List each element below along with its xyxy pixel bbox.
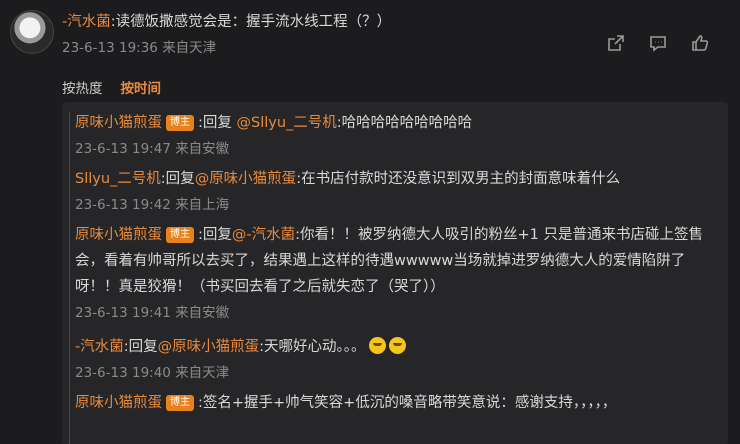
reply-prefix: :回复 <box>123 339 158 355</box>
hugging-emoji-icon <box>368 337 386 354</box>
thread-line <box>69 112 70 444</box>
reply-item: 原味小猫煎蛋 博主:签名+握手+帅气笑容+低沉的嗓音略带笑意说：感谢支持，，，，， <box>75 390 715 416</box>
reply-mention[interactable]: @原味小猫煎蛋 <box>195 171 297 187</box>
reply-mention[interactable]: @原味小猫煎蛋 <box>158 339 260 355</box>
sort-tabs: 按热度 按时间 <box>62 77 161 97</box>
reply-author[interactable]: 原味小猫煎蛋 <box>75 395 162 411</box>
reply-location: 来自安徽 <box>175 305 230 321</box>
reply-prefix: :回复 <box>160 171 195 187</box>
top-comment: -汽水菌:读德饭撒感觉会是：握手流水线工程（？） <box>62 10 391 31</box>
reply-prefix: :回复 <box>198 227 232 243</box>
comment-actions <box>606 33 710 57</box>
reply-item: 原味小猫煎蛋 博主:回复@-汽水菌:你看！！被罗纳德大人吸引的粉丝+1 只是普通来… <box>75 222 715 326</box>
reply-meta: 23-6-13 19:42 来自上海 <box>75 192 715 218</box>
reply-author[interactable]: 原味小猫煎蛋 <box>75 227 162 243</box>
reply-text: :天哪好心动。。。 <box>259 339 366 355</box>
reply-meta: 23-6-13 19:40 来自天津 <box>75 360 715 386</box>
sort-by-time[interactable]: 按时间 <box>121 77 162 97</box>
reply-text: :签名+握手+帅气笑容+低沉的嗓音略带笑意说：感谢支持，，，，， <box>198 395 617 411</box>
reply-mention[interactable]: @Sllyu_二号机 <box>237 115 337 131</box>
blogger-badge: 博主 <box>166 115 194 131</box>
reply-item: -汽水菌:回复@原味小猫煎蛋:天哪好心动。。。 23-6-13 19:40 来自… <box>75 334 715 386</box>
reply-item: 原味小猫煎蛋 博主:回复 @Sllyu_二号机:哈哈哈哈哈哈哈哈哈 23-6-13… <box>75 110 715 162</box>
top-comment-text: :读德饭撒感觉会是：握手流水线工程（？） <box>110 14 392 30</box>
blogger-badge: 博主 <box>166 227 194 243</box>
reply-meta: 23-6-13 19:41 来自安徽 <box>75 300 715 326</box>
reply-author[interactable]: 原味小猫煎蛋 <box>75 115 162 131</box>
reply-author[interactable]: Sllyu_二号机 <box>75 171 161 187</box>
share-icon[interactable] <box>606 33 626 57</box>
top-comment-meta: 23-6-13 19:36 来自天津 <box>62 36 216 56</box>
reply-text: :哈哈哈哈哈哈哈哈哈 <box>336 115 473 131</box>
reply-text: :在书店付款时还没意识到双男主的封面意味着什么 <box>296 171 621 187</box>
sort-by-hot[interactable]: 按热度 <box>62 77 103 97</box>
like-icon[interactable] <box>690 33 710 57</box>
reply-time: 23-6-13 19:47 <box>75 141 171 157</box>
top-avatar[interactable] <box>10 10 54 54</box>
top-location: 来自天津 <box>162 40 217 56</box>
reply-location: 来自天津 <box>175 365 230 381</box>
top-time: 23-6-13 19:36 <box>62 40 158 56</box>
reply-time: 23-6-13 19:41 <box>75 305 171 321</box>
reply-author[interactable]: -汽水菌 <box>75 339 124 355</box>
reply-prefix: :回复 <box>198 115 237 131</box>
comment-icon[interactable] <box>648 33 668 57</box>
replies-panel: 原味小猫煎蛋 博主:回复 @Sllyu_二号机:哈哈哈哈哈哈哈哈哈 23-6-13… <box>62 102 728 444</box>
top-author[interactable]: -汽水菌 <box>62 14 111 30</box>
reply-time: 23-6-13 19:42 <box>75 197 171 213</box>
reply-mention[interactable]: @-汽水菌 <box>232 227 295 243</box>
reply-time: 23-6-13 19:40 <box>75 365 171 381</box>
reply-meta: 23-6-13 19:47 来自安徽 <box>75 136 715 162</box>
blogger-badge: 博主 <box>166 395 194 411</box>
reply-location: 来自安徽 <box>175 141 230 157</box>
reply-location: 来自上海 <box>175 197 230 213</box>
reply-item: Sllyu_二号机:回复@原味小猫煎蛋:在书店付款时还没意识到双男主的封面意味着… <box>75 166 715 218</box>
hugging-emoji-icon <box>388 337 406 354</box>
